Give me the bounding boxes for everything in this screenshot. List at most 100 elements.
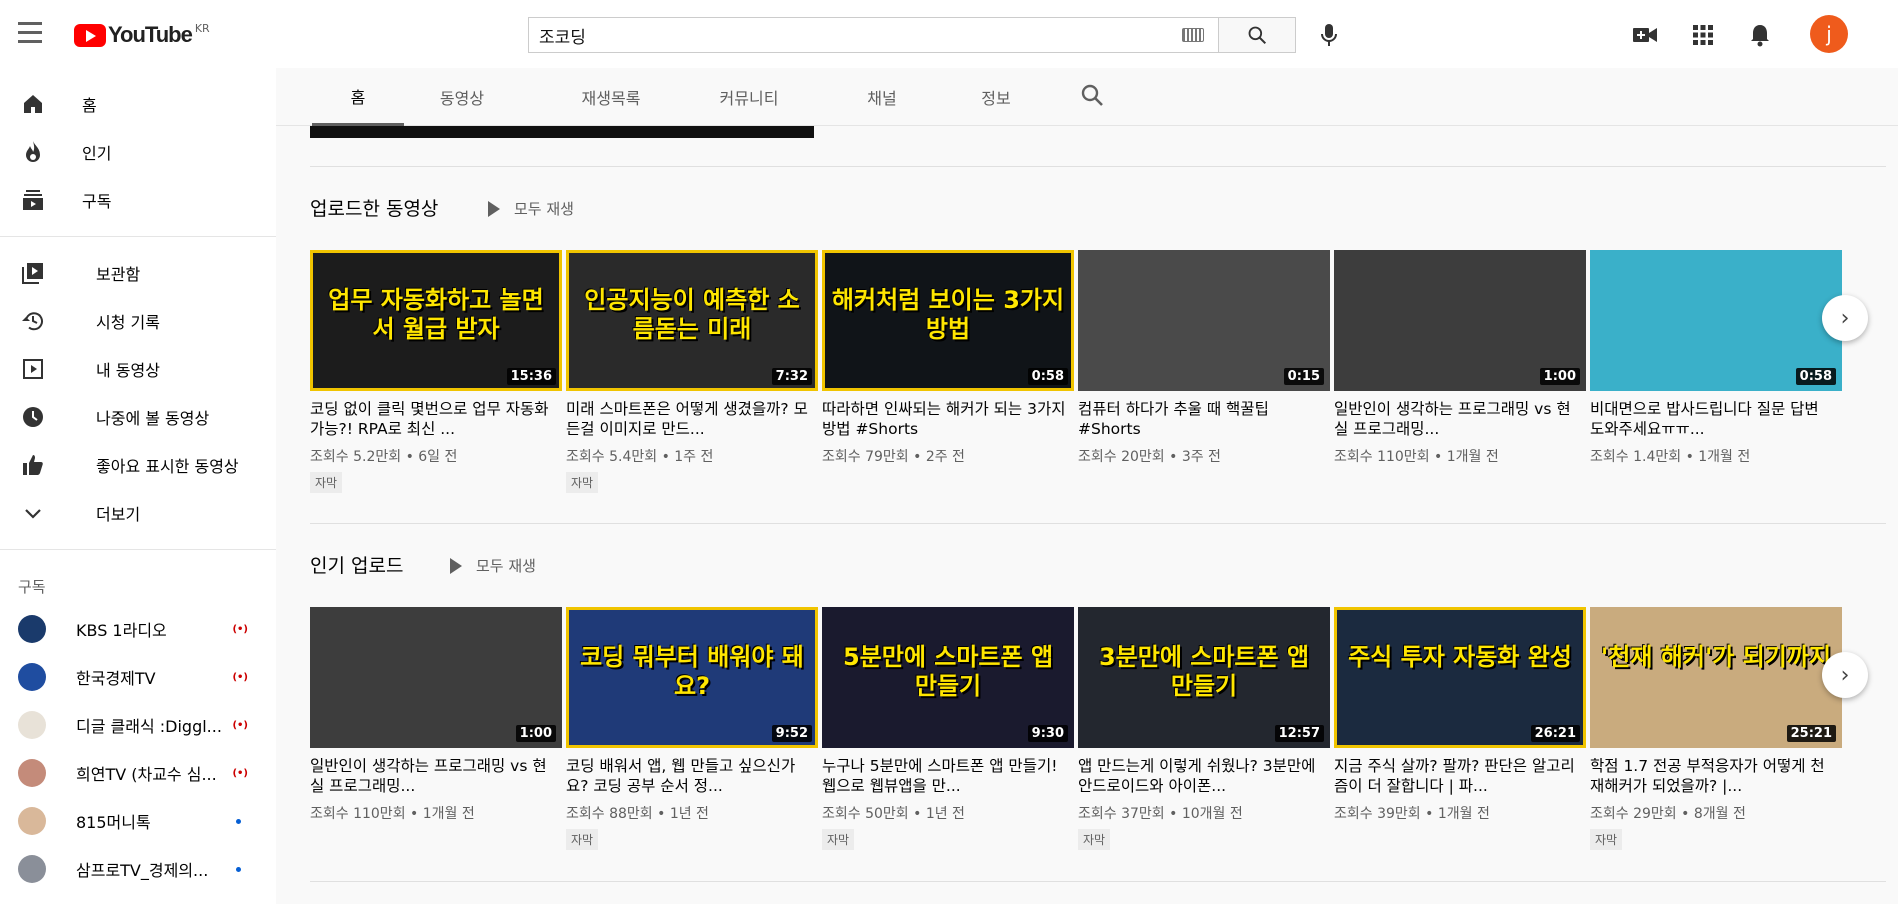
search-button[interactable] xyxy=(1218,17,1296,53)
channel-avatar xyxy=(18,663,46,691)
video-card[interactable]: 해커처럼 보이는 3가지 방법 0:58 따라하면 인싸되는 해커가 되는 3가지 … xyxy=(822,250,1074,493)
next-arrow-button[interactable]: › xyxy=(1822,295,1868,341)
sidebar-item-trending[interactable]: 인기 xyxy=(0,128,276,176)
video-title[interactable]: 누구나 5분만에 스마트폰 앱 만들기! 웹으로 웹뷰앱을 만... xyxy=(822,756,1074,796)
library-icon xyxy=(20,260,46,286)
sidebar-item-show-more[interactable]: 더보기 xyxy=(0,489,276,537)
next-arrow-button[interactable]: › xyxy=(1822,652,1868,698)
duration-badge: 0:15 xyxy=(1283,368,1324,385)
shelf-title[interactable]: 업로드한 동영상 xyxy=(310,194,438,221)
sidebar-item-liked[interactable]: 좋아요 표시한 동영상 xyxy=(0,441,276,489)
subscription-label: 815머니톡 xyxy=(76,813,151,832)
video-title[interactable]: 지금 주식 살까? 팔까? 판단은 알고리즘이 더 잘합니다 | 파... xyxy=(1334,756,1586,796)
subscription-item[interactable]: 815머니톡 xyxy=(0,797,276,845)
channel-avatar xyxy=(18,759,46,787)
video-card[interactable]: 1:00 일반인이 생각하는 프로그래밍 vs 현실 프로그래밍... 조회수 11… xyxy=(1334,250,1586,493)
keyboard-icon[interactable] xyxy=(1182,28,1204,42)
channel-search-button[interactable] xyxy=(1080,83,1104,111)
play-all-button[interactable]: 모두 재생 xyxy=(450,555,536,576)
video-thumbnail[interactable]: 업무 자동화하고 놀면서 월급 받자 15:36 xyxy=(310,250,562,391)
video-title[interactable]: 컴퓨터 하다가 추울 때 핵꿀팁 #Shorts xyxy=(1078,399,1330,439)
voice-search-button[interactable] xyxy=(1314,20,1344,50)
video-thumbnail[interactable]: 1:00 xyxy=(310,607,562,748)
sidebar-item-label: 인기 xyxy=(82,144,112,163)
duration-badge: 7:32 xyxy=(771,368,812,385)
video-thumbnail[interactable]: '천재 해커'가 되기까지 25:21 xyxy=(1590,607,1842,748)
sidebar-item-history[interactable]: 시청 기록 xyxy=(0,297,276,345)
account-avatar[interactable]: j xyxy=(1810,15,1848,53)
tab-videos[interactable]: 동영상 xyxy=(416,68,508,126)
subscription-item[interactable]: 희연TV (차교수 심... (•) xyxy=(0,749,276,797)
video-card[interactable]: 업무 자동화하고 놀면서 월급 받자 15:36 코딩 없이 클릭 몇번으로 업무 … xyxy=(310,250,562,493)
shelf-title[interactable]: 인기 업로드 xyxy=(310,551,403,578)
search-icon xyxy=(1248,26,1267,45)
sidebar: 홈 인기 구독 보관함 시청 기록 내 동영상 나중에 볼 동영상 좋아요 표시… xyxy=(0,68,276,904)
video-title[interactable]: 미래 스마트폰은 어떻게 생겼을까? 모든걸 이미지로 만드... xyxy=(566,399,818,439)
subscription-label: 삼프로TV_경제의... xyxy=(76,861,209,880)
video-metadata: 조회수 88만회 • 1년 전 xyxy=(566,806,709,822)
video-card[interactable]: '천재 해커'가 되기까지 25:21 학점 1.7 전공 부적응자가 어떻게 천재… xyxy=(1590,607,1842,850)
video-card[interactable]: 5분만에 스마트폰 앱 만들기 9:30 누구나 5분만에 스마트폰 앱 만들기! … xyxy=(822,607,1074,850)
video-card[interactable]: 인공지능이 예측한 소름돋는 미래 7:32 미래 스마트폰은 어떻게 생겼을까? … xyxy=(566,250,818,493)
sidebar-item-subscriptions[interactable]: 구독 xyxy=(0,176,276,224)
tab-community[interactable]: 커뮤니티 xyxy=(694,68,804,126)
video-thumbnail[interactable]: 주식 투자 자동화 완성 26:21 xyxy=(1334,607,1586,748)
subscription-item[interactable]: 디글 클래식 :Diggl... (•) xyxy=(0,701,276,749)
video-title[interactable]: 일반인이 생각하는 프로그래밍 vs 현실 프로그래밍... xyxy=(1334,399,1586,439)
video-thumbnail[interactable]: 인공지능이 예측한 소름돋는 미래 7:32 xyxy=(566,250,818,391)
video-card[interactable]: 0:15 컴퓨터 하다가 추울 때 핵꿀팁 #Shorts 조회수 20만회 • 3… xyxy=(1078,250,1330,493)
video-thumbnail[interactable]: 3분만에 스마트폰 앱 만들기 12:57 xyxy=(1078,607,1330,748)
subscription-item[interactable]: 삼프로TV_경제의... xyxy=(0,845,276,893)
tab-playlists[interactable]: 재생목록 xyxy=(556,68,666,126)
subscription-item[interactable]: 한국경제TV (•) xyxy=(0,653,276,701)
video-thumbnail[interactable]: 0:15 xyxy=(1078,250,1330,391)
duration-badge: 1:00 xyxy=(515,725,556,742)
featured-video-thumbnail[interactable] xyxy=(310,126,814,138)
sidebar-item-home[interactable]: 홈 xyxy=(0,80,276,128)
tab-about[interactable]: 정보 xyxy=(956,68,1036,126)
youtube-logo[interactable]: YouTube KR xyxy=(74,22,210,48)
subscription-label: 디글 클래식 :Diggl... xyxy=(76,717,222,736)
video-metadata: 조회수 50만회 • 1년 전 xyxy=(822,806,965,822)
mic-icon xyxy=(1321,24,1337,46)
video-thumbnail[interactable]: 해커처럼 보이는 3가지 방법 0:58 xyxy=(822,250,1074,391)
thumbnail-caption: 인공지능이 예측한 소름돋는 미래 xyxy=(584,286,800,343)
video-title[interactable]: 코딩 배워서 앱, 웹 만들고 싶으신가요? 코딩 공부 순서 정... xyxy=(566,756,818,796)
video-title[interactable]: 학점 1.7 전공 부적응자가 어떻게 천재해커가 되었을까? |... xyxy=(1590,756,1842,796)
video-title[interactable]: 따라하면 인싸되는 해커가 되는 3가지 방법 #Shorts xyxy=(822,399,1074,439)
play-all-button[interactable]: 모두 재생 xyxy=(488,198,574,219)
sidebar-item-your-videos[interactable]: 내 동영상 xyxy=(0,345,276,393)
video-card[interactable]: 주식 투자 자동화 완성 26:21 지금 주식 살까? 팔까? 판단은 알고리즘이… xyxy=(1334,607,1586,850)
duration-badge: 0:58 xyxy=(1795,368,1836,385)
video-thumbnail[interactable]: 1:00 xyxy=(1334,250,1586,391)
create-video-button[interactable] xyxy=(1630,20,1660,50)
sidebar-item-library[interactable]: 보관함 xyxy=(0,249,276,297)
notifications-button[interactable] xyxy=(1745,20,1775,50)
subscription-item[interactable]: KBS 1라디오 (•) xyxy=(0,605,276,653)
video-title[interactable]: 비대면으로 밥사드립니다 질문 답변 도와주세요ㅠㅠ... xyxy=(1590,399,1842,439)
channel-tabs: 홈 동영상 재생목록 커뮤니티 채널 정보 xyxy=(276,68,1898,126)
video-card[interactable]: 3분만에 스마트폰 앱 만들기 12:57 앱 만드는게 이렇게 쉬웠나? 3분만에… xyxy=(1078,607,1330,850)
thumbnail-caption: 주식 투자 자동화 완성 xyxy=(1348,643,1572,671)
tab-home[interactable]: 홈 xyxy=(312,68,404,126)
video-title[interactable]: 코딩 없이 클릭 몇번으로 업무 자동화 가능?! RPA로 최신 ... xyxy=(310,399,562,439)
sidebar-item-watch-later[interactable]: 나중에 볼 동영상 xyxy=(0,393,276,441)
menu-icon[interactable] xyxy=(18,22,46,46)
duration-badge: 0:58 xyxy=(1027,368,1068,385)
video-title[interactable]: 앱 만드는게 이렇게 쉬웠나? 3분만에 안드로이드와 아이폰... xyxy=(1078,756,1330,796)
video-card[interactable]: 1:00 일반인이 생각하는 프로그래밍 vs 현실 프로그래밍... 조회수 11… xyxy=(310,607,562,850)
video-metadata: 조회수 39만회 • 1개월 전 xyxy=(1334,806,1490,822)
search-box xyxy=(528,17,1218,53)
video-title[interactable]: 일반인이 생각하는 프로그래밍 vs 현실 프로그래밍... xyxy=(310,756,562,796)
search-input[interactable] xyxy=(529,25,1169,45)
video-card[interactable]: 코딩 뭐부터 배워야 돼요? 9:52 코딩 배워서 앱, 웹 만들고 싶으신가요?… xyxy=(566,607,818,850)
video-thumbnail[interactable]: 0:58 xyxy=(1590,250,1842,391)
tab-channels[interactable]: 채널 xyxy=(842,68,922,126)
video-thumbnail[interactable]: 코딩 뭐부터 배워야 돼요? 9:52 xyxy=(566,607,818,748)
duration-badge: 9:30 xyxy=(1027,725,1068,742)
video-metadata: 조회수 5.4만회 • 1주 전 xyxy=(566,449,714,465)
video-card[interactable]: 0:58 비대면으로 밥사드립니다 질문 답변 도와주세요ㅠㅠ... 조회수 1.4… xyxy=(1590,250,1842,493)
apps-button[interactable] xyxy=(1688,20,1718,50)
video-metadata: 조회수 37만회 • 10개월 전 xyxy=(1078,806,1243,822)
video-thumbnail[interactable]: 5분만에 스마트폰 앱 만들기 9:30 xyxy=(822,607,1074,748)
